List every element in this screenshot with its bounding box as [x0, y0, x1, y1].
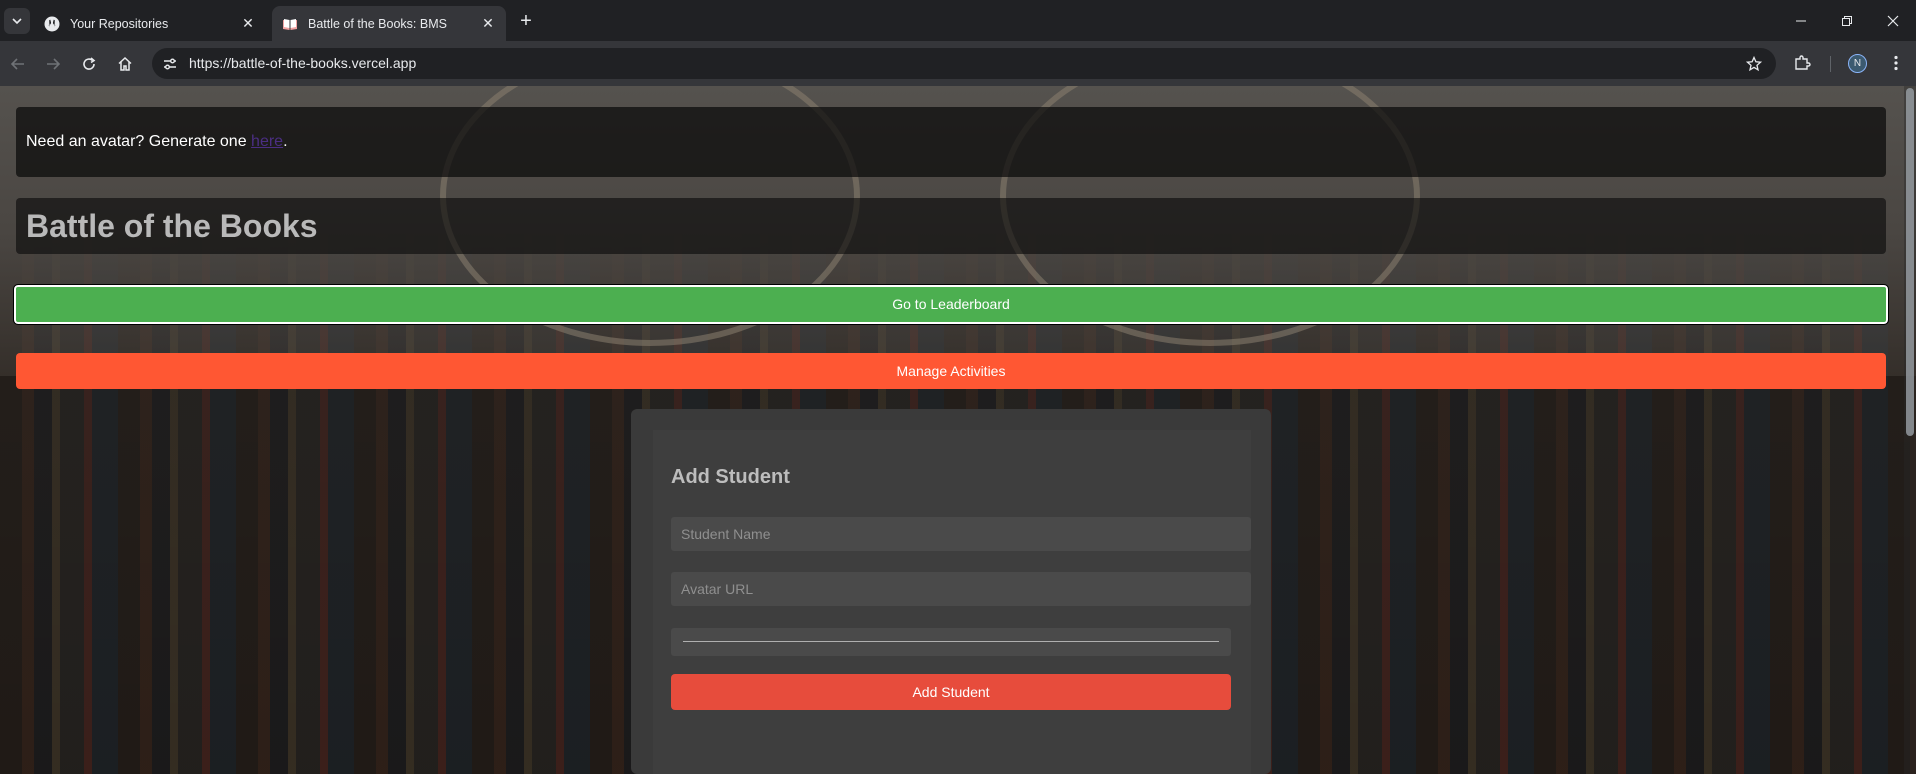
- minimize-button[interactable]: [1778, 0, 1824, 41]
- title-banner: Battle of the Books: [16, 198, 1886, 254]
- reload-icon: [83, 57, 96, 70]
- bookmark-star-icon[interactable]: [1744, 54, 1764, 74]
- tab-strip: Your Repositories ✕ Battle of the Books:…: [0, 0, 1916, 41]
- profile-avatar[interactable]: N: [1848, 54, 1867, 73]
- avatar-generator-link[interactable]: here: [251, 133, 283, 150]
- reload-button[interactable]: [75, 50, 103, 78]
- add-student-button[interactable]: Add Student: [671, 674, 1231, 710]
- tab-title: Battle of the Books: BMS: [308, 16, 447, 31]
- book-icon: [282, 16, 298, 32]
- home-icon: [118, 56, 132, 71]
- more-menu-button[interactable]: [1884, 51, 1908, 75]
- add-student-heading: Add Student: [671, 466, 790, 488]
- plus-icon: +: [520, 9, 532, 32]
- address-bar[interactable]: https://battle-of-the-books.vercel.app: [152, 48, 1776, 79]
- notice-text: Need an avatar? Generate one: [26, 133, 252, 150]
- extensions-button[interactable]: [1790, 51, 1814, 75]
- tab-battle-of-the-books[interactable]: Battle of the Books: BMS ✕: [272, 6, 506, 41]
- arrow-left-icon: [10, 58, 24, 70]
- tab-search-button[interactable]: [4, 8, 30, 34]
- manage-activities-button[interactable]: Manage Activities: [16, 353, 1886, 389]
- home-button[interactable]: [111, 50, 139, 78]
- restore-icon: [1842, 15, 1852, 26]
- minimize-icon: [1796, 20, 1806, 21]
- chevron-down-icon: [12, 18, 22, 25]
- toolbar-divider: [1830, 56, 1831, 72]
- puzzle-icon: [1795, 55, 1811, 70]
- page-viewport: Need an avatar? Generate one here. Battl…: [0, 86, 1916, 774]
- more-vertical-icon: [1894, 55, 1898, 71]
- window-close-button[interactable]: [1870, 0, 1916, 41]
- select-divider: [683, 641, 1219, 642]
- github-icon: [44, 16, 60, 32]
- activity-select[interactable]: [671, 628, 1231, 656]
- back-button[interactable]: [4, 50, 32, 78]
- page-title: Battle of the Books: [26, 208, 318, 244]
- student-name-input[interactable]: [671, 517, 1251, 551]
- close-icon[interactable]: ✕: [480, 15, 496, 32]
- avatar-notice: Need an avatar? Generate one here.: [16, 107, 1886, 177]
- notice-suffix: .: [283, 133, 288, 150]
- new-tab-button[interactable]: +: [514, 9, 538, 33]
- site-settings-icon[interactable]: [160, 54, 180, 74]
- go-to-leaderboard-button[interactable]: Go to Leaderboard: [13, 284, 1889, 325]
- scrollbar-thumb[interactable]: [1906, 88, 1914, 436]
- avatar-url-input[interactable]: [671, 572, 1251, 606]
- browser-toolbar: https://battle-of-the-books.vercel.app N: [0, 41, 1916, 86]
- tab-title: Your Repositories: [70, 16, 169, 31]
- forward-button[interactable]: [39, 50, 67, 78]
- close-icon: [1887, 15, 1899, 26]
- close-icon[interactable]: ✕: [240, 15, 256, 32]
- restore-button[interactable]: [1824, 0, 1870, 41]
- url-text[interactable]: https://battle-of-the-books.vercel.app: [189, 48, 416, 79]
- page-scrollbar[interactable]: [1904, 86, 1916, 774]
- arrow-right-icon: [47, 58, 61, 70]
- tab-your-repositories[interactable]: Your Repositories ✕: [34, 6, 266, 41]
